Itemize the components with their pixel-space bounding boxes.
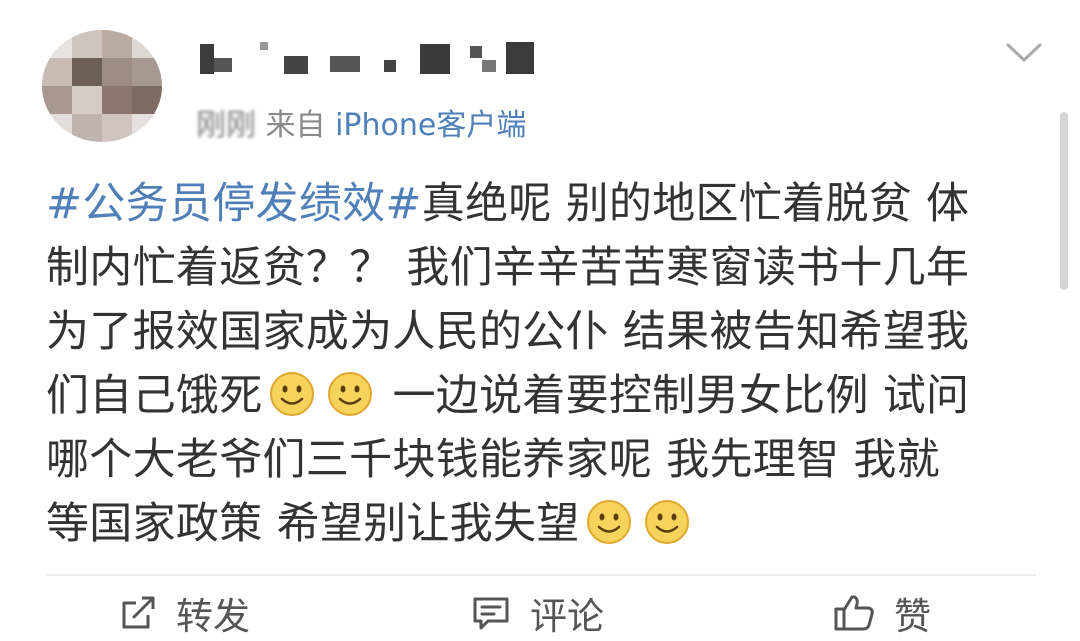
- repost-icon: [122, 596, 155, 629]
- post-line: 们自己饿死 一边说着要控制男女比例 试问: [46, 364, 1036, 428]
- post-line: #公务员停发绩效#真绝呢 别的地区忙着脱贫 体: [46, 172, 1036, 236]
- post-body: #公务员停发绩效#真绝呢 别的地区忙着脱贫 体 制内忙着返贫？？ 我们辛辛苦苦寒…: [46, 172, 1036, 556]
- smile-emoji-icon: [586, 500, 631, 544]
- comment-label: 评论: [530, 595, 604, 638]
- post-text: 一边说着要控制男女比例 试问: [378, 371, 970, 421]
- smile-emoji-icon: [269, 372, 314, 416]
- repost-label: 转发: [176, 595, 250, 638]
- source-client-link[interactable]: iPhone客户端: [335, 108, 526, 143]
- post-line: 等国家政策 希望别让我失望: [46, 492, 1036, 556]
- source-prefix: 来自: [265, 108, 336, 143]
- post-text: 真绝呢 别的地区忙着脱贫 体: [421, 179, 970, 229]
- post-text: 们自己饿死: [46, 371, 263, 421]
- scrollbar[interactable]: [1060, 112, 1068, 290]
- post-line: 为了报效国家成为人民的公仆 结果被告知希望我: [46, 307, 970, 357]
- comment-icon: [473, 597, 509, 630]
- smile-emoji-icon: [644, 500, 689, 544]
- avatar[interactable]: [42, 30, 162, 142]
- comment-button[interactable]: 评论: [470, 588, 604, 638]
- repost-button[interactable]: 转发: [118, 588, 250, 638]
- post-line: 制内忙着返贫？？ 我们辛辛苦苦寒窗读书十几年: [46, 243, 970, 293]
- like-button[interactable]: 赞: [832, 588, 931, 638]
- chevron-down-icon[interactable]: [1004, 40, 1044, 66]
- post-line: 哪个大老爷们三千块钱能养家呢 我先理智 我就: [46, 435, 940, 485]
- divider: [46, 574, 1036, 576]
- post-time: 刚刚: [196, 108, 256, 143]
- smile-emoji-icon: [327, 372, 372, 416]
- hashtag-link[interactable]: #公务员停发绩效#: [46, 179, 422, 229]
- thumbs-up-icon: [834, 595, 874, 631]
- like-label: 赞: [894, 595, 931, 638]
- post-text: 等国家政策 希望别让我失望: [46, 499, 580, 549]
- post-meta: 刚刚 来自 iPhone客户端: [196, 108, 526, 144]
